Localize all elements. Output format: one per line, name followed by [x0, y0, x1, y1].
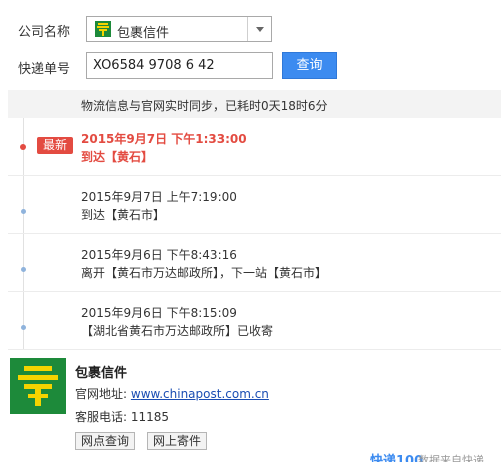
timeline-dot — [21, 209, 26, 214]
query-button[interactable]: 查询 — [282, 52, 337, 79]
event-desc: 到达【黄石市】 — [81, 208, 166, 222]
timeline-event: 2015年9月6日 下午8:43:16 离开【黄石市万达邮政所】，下一站【黄石市… — [8, 234, 501, 292]
sync-notice-band: 物流信息与官网实时同步，已耗时0天18时6分 — [8, 90, 501, 118]
phone-value: 11185 — [130, 410, 170, 424]
company-card: 包裹信件 官网地址: www.chinapost.com.cn 客服电话: 11… — [8, 350, 501, 462]
company-select[interactable]: 包裹信件 — [86, 16, 272, 42]
phone-row: 客服电话: 11185 — [75, 408, 169, 425]
event-desc: 【湖北省黄石市万达邮政所】已收寄 — [81, 324, 274, 338]
event-time: 2015年9月7日 下午1:33:00 — [81, 132, 247, 146]
tracking-number-input[interactable] — [86, 52, 273, 79]
number-label: 快递单号 — [18, 62, 71, 77]
event-time: 2015年9月6日 下午8:43:16 — [81, 248, 237, 262]
branch-query-button[interactable]: 网点查询 — [75, 432, 136, 450]
timeline-dot — [20, 144, 26, 150]
company-select-value: 包裹信件 — [117, 26, 170, 41]
timeline-event: 最新 2015年9月7日 下午1:33:00 到达【黄石】 — [8, 118, 501, 176]
sync-notice: 物流信息与官网实时同步，已耗时0天18时6分 — [81, 99, 328, 113]
timeline-dot — [21, 267, 26, 272]
event-time: 2015年9月7日 上午7:19:00 — [81, 190, 237, 204]
brand-logo: 快递100 — [370, 454, 424, 462]
chevron-down-icon — [256, 27, 264, 32]
dropdown-arrow[interactable] — [247, 17, 271, 41]
latest-badge: 最新 — [37, 137, 73, 154]
china-post-logo — [10, 358, 66, 414]
timeline-event: 2015年9月7日 上午7:19:00 到达【黄石市】 — [8, 176, 501, 234]
event-desc: 离开【黄石市万达邮政所】，下一站【黄石市】 — [81, 266, 328, 280]
china-post-icon — [95, 21, 111, 37]
brand-tagline: 数据来自快递 — [418, 454, 484, 462]
event-desc: 到达【黄石】 — [81, 150, 154, 164]
online-send-button[interactable]: 网上寄件 — [147, 432, 208, 450]
company-name: 包裹信件 — [75, 366, 128, 381]
phone-label: 客服电话: — [75, 410, 128, 424]
site-label: 官网地址: — [75, 387, 128, 401]
site-link[interactable]: www.chinapost.com.cn — [131, 387, 269, 401]
timeline-dot — [21, 325, 26, 330]
site-row: 官网地址: www.chinapost.com.cn — [75, 385, 269, 402]
timeline-event: 2015年9月6日 下午8:15:09 【湖北省黄石市万达邮政所】已收寄 — [8, 292, 501, 350]
company-label: 公司名称 — [18, 25, 71, 40]
event-time: 2015年9月6日 下午8:15:09 — [81, 306, 237, 320]
